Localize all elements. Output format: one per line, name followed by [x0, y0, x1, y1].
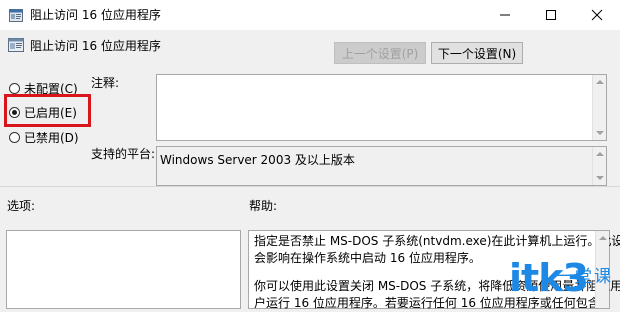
previous-setting-button[interactable]: 上一个设置(P) [334, 42, 426, 64]
radio-circle [9, 132, 20, 143]
window-title: 阻止访问 16 位应用程序 [30, 8, 161, 22]
help-line: 会影响在操作系统中启动 16 位应用程序。 [254, 251, 481, 265]
policy-setting-icon [8, 38, 24, 52]
help-label: 帮助: [249, 199, 278, 213]
comment-scrollbar[interactable] [592, 75, 606, 140]
close-button[interactable] [574, 0, 620, 30]
red-highlight-box [4, 94, 91, 127]
help-line: 指定是否禁止 MS-DOS 子系统(ntvdm.exe)在此计算机上运行。此设置 [254, 234, 620, 248]
scroll-down-icon [596, 131, 604, 135]
options-label: 选项: [7, 199, 36, 213]
watermark-subtitle: 一堂课 [556, 267, 613, 287]
section-divider [0, 186, 620, 187]
platform-scrollbar[interactable] [592, 147, 606, 185]
maximize-icon [546, 10, 556, 20]
radio-label: 已禁用(D) [24, 131, 79, 145]
maximize-button[interactable] [528, 0, 574, 30]
options-panel [6, 230, 241, 309]
comment-label: 注释: [91, 76, 120, 90]
scroll-up-icon [599, 236, 607, 240]
platform-value: Windows Server 2003 及以上版本 [160, 153, 355, 167]
policy-name: 阻止访问 16 位应用程序 [30, 39, 161, 53]
radio-circle [9, 83, 20, 94]
comment-textarea[interactable] [156, 74, 607, 141]
close-icon [591, 9, 603, 21]
minimize-button[interactable] [482, 0, 528, 30]
next-setting-button[interactable]: 下一个设置(N) [431, 42, 523, 64]
scroll-up-icon [596, 80, 604, 84]
platform-label: 支持的平台: [91, 147, 156, 161]
platform-box: Windows Server 2003 及以上版本 [156, 146, 607, 186]
policy-app-icon [9, 9, 23, 22]
radio-disabled[interactable]: 已禁用(D) [9, 129, 79, 146]
scroll-down-icon [596, 176, 604, 180]
title-bar: 阻止访问 16 位应用程序 [0, 0, 620, 30]
minimize-icon [500, 14, 510, 16]
scroll-up-icon [596, 152, 604, 156]
